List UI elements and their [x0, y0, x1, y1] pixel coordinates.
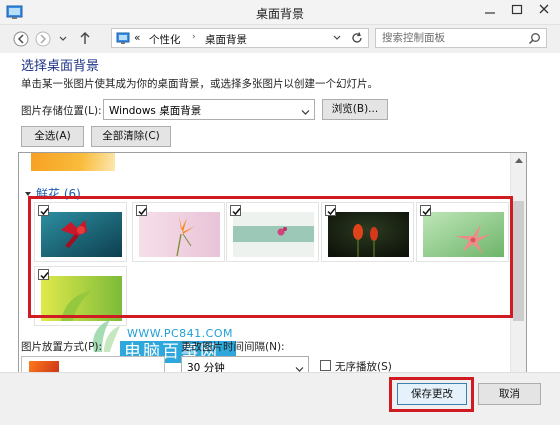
close-icon[interactable]	[532, 3, 556, 21]
clear-all-button[interactable]: 全部清除(C)	[91, 126, 171, 147]
picture-location-label: 图片存储位置(L):	[21, 105, 102, 117]
back-icon[interactable]	[13, 31, 29, 47]
dialog-footer	[0, 372, 560, 425]
forward-icon[interactable]	[35, 31, 51, 47]
save-highlight-frame	[389, 377, 474, 412]
recent-locations-icon[interactable]	[58, 33, 74, 49]
search-box[interactable]	[375, 28, 547, 48]
main-content: 选择桌面背景 单击某一张图片使其成为你的桌面背景，或选择多张图片以创建一个幻灯片…	[0, 53, 560, 384]
picture-position-label: 图片放置方式(P):	[21, 341, 103, 353]
page-title: 选择桌面背景	[21, 59, 100, 74]
window-title: 桌面背景	[255, 7, 304, 21]
maximize-icon[interactable]	[505, 3, 529, 21]
picture-location-select[interactable]: Windows 桌面背景	[103, 99, 315, 120]
address-overflow[interactable]: «	[134, 32, 140, 44]
chevron-down-icon	[301, 106, 310, 119]
picture-location-value: Windows 桌面背景	[109, 105, 202, 117]
refresh-icon[interactable]	[350, 31, 364, 48]
breadcrumb-separator-icon: ›	[192, 32, 196, 42]
shuffle-checkbox[interactable]	[320, 360, 331, 371]
previous-group-thumbnail[interactable]	[31, 153, 115, 171]
browse-button[interactable]: 浏览(B)...	[322, 99, 388, 120]
scroll-up-icon[interactable]	[515, 158, 523, 163]
up-icon[interactable]	[78, 30, 94, 46]
minimize-icon[interactable]	[478, 3, 502, 21]
address-bar[interactable]: « 个性化 › 桌面背景	[111, 28, 369, 48]
select-all-button[interactable]: 全选(A)	[21, 126, 84, 147]
breadcrumb-desktop-background[interactable]: 桌面背景	[205, 32, 247, 47]
address-dropdown-icon[interactable]	[332, 33, 342, 46]
cancel-button[interactable]: 取消	[478, 383, 541, 405]
change-interval-label: 更改图片时间间隔(N):	[181, 341, 285, 353]
highlight-frame	[28, 196, 513, 318]
scrollbar-thumb[interactable]	[513, 201, 524, 321]
title-bar: 桌面背景	[0, 0, 560, 25]
control-panel-small-icon	[116, 31, 130, 48]
desktop-background-window: 桌面背景 « 个性化 › 桌面背景 搜索控制面板 选择桌面背景 单击某一张图片使…	[0, 0, 560, 425]
page-description: 单击某一张图片使其成为你的桌面背景，或选择多张图片以创建一个幻灯片。	[21, 78, 378, 90]
breadcrumb-personalization[interactable]: 个性化	[149, 32, 181, 47]
search-input[interactable]	[382, 30, 527, 46]
search-icon[interactable]	[528, 32, 541, 48]
